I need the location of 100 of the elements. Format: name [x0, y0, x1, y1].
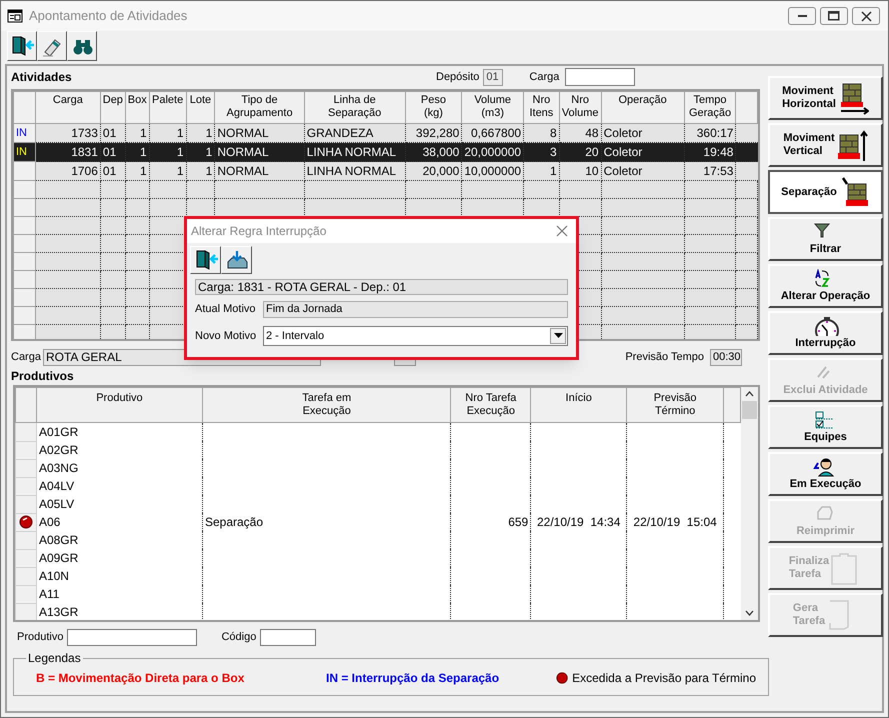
carga-info-field: Carga: 1831 - ROTA GERAL - Dep.: 01 [195, 279, 568, 295]
table-cell: 22/10/19 14:34 [536, 515, 620, 529]
table-cell: A13GR [38, 605, 78, 619]
header-cell [14, 92, 36, 124]
carga-field[interactable] [565, 68, 636, 86]
column-header: Lote [186, 92, 215, 124]
column-header: Box [125, 92, 150, 124]
side-button[interactable]: Equipes [768, 405, 883, 449]
atual-motivo-field: Fim da Jornada [263, 301, 568, 318]
novo-motivo-label: Novo Motivo [195, 328, 258, 344]
column-header: Linha de Separação [304, 92, 406, 124]
side-button[interactable]: Moviment Horizontal [768, 76, 883, 120]
eraser-button[interactable] [37, 31, 67, 61]
scrollbar[interactable] [741, 387, 758, 620]
row-indicator [14, 216, 36, 234]
codigo-field[interactable] [260, 628, 316, 646]
row-indicator [14, 306, 36, 324]
legend-text: IN = Interrupção da Separação [326, 670, 500, 687]
row-indicator [14, 270, 36, 288]
exit-button[interactable] [190, 246, 221, 274]
row-indicator [14, 288, 36, 306]
maximize-icon [828, 11, 840, 21]
exit-button[interactable] [7, 31, 37, 61]
legend-title: Legendas [27, 650, 82, 667]
deposito-label: Depósito [436, 70, 480, 85]
side-button[interactable]: Em Execução [768, 452, 883, 496]
row-indicator [14, 234, 36, 252]
column-header: Tempo Geração [684, 92, 736, 124]
header-cell [724, 388, 740, 422]
search-button[interactable] [67, 31, 97, 61]
side-button[interactable]: Moviment Vertical [768, 123, 883, 167]
legend-text: Excedida a Previsão para Término [572, 670, 756, 687]
close-icon [555, 224, 569, 238]
warning-dot-icon [18, 514, 33, 529]
column-header: Tipo de Agrupamento [214, 92, 304, 124]
table-cell: A01GR [38, 425, 78, 439]
table-cell: A10N [38, 569, 69, 583]
table-cell: A04LV [38, 479, 74, 493]
minimize-icon [798, 15, 806, 17]
row-indicator [14, 198, 36, 216]
column-header: Volume (m3) [462, 92, 524, 124]
previsao-label: Previsão Tempo [625, 350, 704, 365]
column-header: Nro Tarefa Execução [450, 388, 531, 422]
table-cell: A02GR [38, 443, 78, 457]
flag-label: IN [16, 126, 27, 139]
row-indicator [14, 180, 36, 198]
table-row[interactable]: 1706 01 1 1 1 NORMAL LINHA NORMAL 20,000 10,000000 1 10 Coletor 17:53 [14, 162, 758, 180]
pallet-icon [836, 128, 868, 162]
carga-label: Carga [11, 350, 41, 365]
column-header: Nro Volume [559, 92, 602, 124]
column-header: Produtivo [36, 388, 202, 422]
table-cell: Separação [204, 515, 264, 529]
previsao-field: 00:30 [710, 348, 742, 366]
header-cell [16, 388, 36, 422]
table-cell: 659 [508, 515, 528, 529]
column-header: Palete [149, 92, 186, 124]
produtivo-field[interactable] [67, 628, 198, 646]
tray-download-icon [226, 250, 248, 270]
minimize-button[interactable] [788, 7, 816, 25]
produtivo-label: Produtivo [17, 630, 64, 645]
column-header: Operação [601, 92, 684, 124]
window-icon [7, 9, 23, 23]
maximize-button[interactable] [820, 7, 848, 25]
column-header: Nro Itens [524, 92, 560, 124]
column-header: Início [530, 388, 627, 422]
close-icon [860, 10, 872, 22]
carga-label: Carga [529, 70, 560, 85]
table-row[interactable]: IN 1733 01 1 1 1 NORMAL GRANDEZA 392,280 0,667800 8 48 Coletor 360:17 [14, 124, 758, 142]
dropdown-arrow-icon [554, 333, 562, 339]
side-button[interactable]: Filtrar [768, 217, 883, 261]
legend-text: B = Movimentação Direta para o Box [36, 670, 244, 687]
dialog-title: Alterar Regra Interrupção [191, 223, 328, 240]
stopwatch-icon [812, 316, 838, 336]
side-button[interactable]: Interrupção [768, 311, 883, 355]
side-button[interactable]: Separação [768, 170, 883, 214]
column-header: Carga [35, 92, 100, 124]
row-indicator [14, 252, 36, 270]
column-header: Previsão Término [626, 388, 724, 422]
novo-motivo-dropdown[interactable]: 2 - Intervalo [263, 326, 568, 346]
window-title: Apontamento de Atividades [29, 7, 188, 26]
table-cell: A08GR [38, 533, 78, 547]
atual-motivo-label: Atual Motivo [195, 302, 257, 318]
column-header: Peso (kg) [405, 92, 462, 124]
column-header: Tarefa em Execução [202, 388, 451, 422]
table-cell: A09GR [38, 551, 78, 565]
scroll-thumb[interactable] [742, 401, 757, 419]
table-cell: A03NG [38, 461, 78, 475]
table-row[interactable]: IN 1831 01 1 1 1 NORMAL LINHA NORMAL 38,000 20,000000 3 20 Coletor 19:48 [14, 142, 758, 162]
table-cell: 22/10/19 15:04 [633, 515, 717, 529]
flag-label: IN [16, 146, 27, 158]
table-cell: A05LV [38, 497, 74, 511]
header-cell [736, 92, 758, 124]
close-button[interactable] [852, 7, 880, 25]
deposito-field: 01 [483, 68, 504, 86]
codigo-label: Código [221, 630, 256, 645]
table-cell: A06 [38, 515, 60, 529]
row-indicator [14, 162, 36, 180]
side-button[interactable]: Alterar Operação [768, 264, 883, 308]
save-button[interactable] [221, 246, 252, 274]
table-cell: A11 [38, 587, 60, 601]
